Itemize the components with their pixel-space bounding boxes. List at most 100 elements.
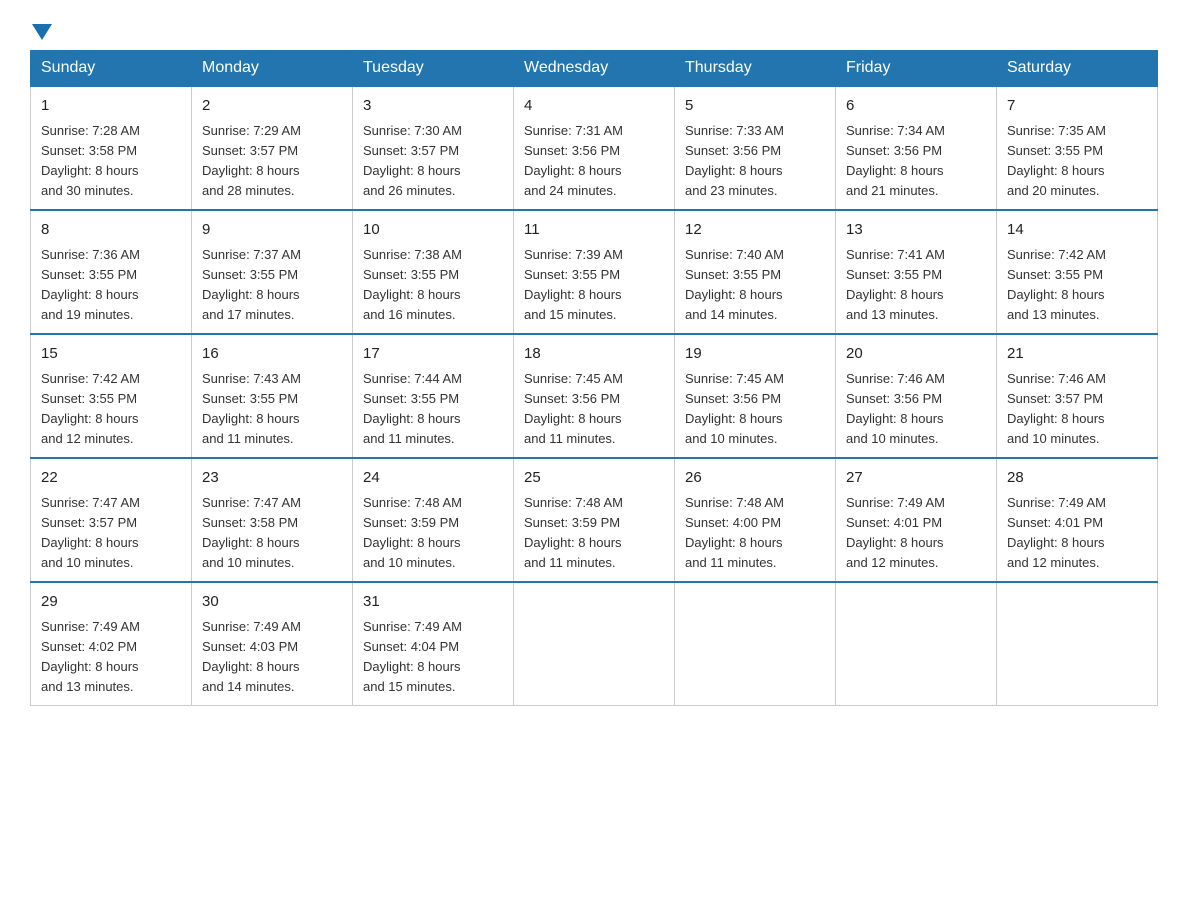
day-info: Sunrise: 7:42 AMSunset: 3:55 PMDaylight:… [41, 369, 181, 450]
calendar-day-cell: 4 Sunrise: 7:31 AMSunset: 3:56 PMDaylight… [514, 86, 675, 210]
day-info: Sunrise: 7:44 AMSunset: 3:55 PMDaylight:… [363, 369, 503, 450]
day-info: Sunrise: 7:35 AMSunset: 3:55 PMDaylight:… [1007, 121, 1147, 202]
day-number: 21 [1007, 343, 1147, 366]
calendar-day-cell: 3 Sunrise: 7:30 AMSunset: 3:57 PMDaylight… [353, 86, 514, 210]
calendar-week-row: 1Sunrise: 7:28 AMSunset: 3:58 PMDaylight… [31, 86, 1158, 210]
calendar-day-cell: 28 Sunrise: 7:49 AMSunset: 4:01 PMDayligh… [997, 458, 1158, 582]
calendar-day-cell: 22 Sunrise: 7:47 AMSunset: 3:57 PMDayligh… [31, 458, 192, 582]
calendar-day-cell: 2 Sunrise: 7:29 AMSunset: 3:57 PMDaylight… [192, 86, 353, 210]
calendar-day-cell: 29 Sunrise: 7:49 AMSunset: 4:02 PMDayligh… [31, 582, 192, 706]
day-number: 23 [202, 467, 342, 490]
day-info: Sunrise: 7:49 AMSunset: 4:01 PMDaylight:… [1007, 493, 1147, 574]
calendar-day-cell: 11 Sunrise: 7:39 AMSunset: 3:55 PMDayligh… [514, 210, 675, 334]
day-number: 27 [846, 467, 986, 490]
day-number: 28 [1007, 467, 1147, 490]
calendar-day-cell: 31 Sunrise: 7:49 AMSunset: 4:04 PMDayligh… [353, 582, 514, 706]
day-of-week-header: Sunday [31, 51, 192, 87]
day-info: Sunrise: 7:33 AMSunset: 3:56 PMDaylight:… [685, 121, 825, 202]
calendar-day-cell: 17 Sunrise: 7:44 AMSunset: 3:55 PMDayligh… [353, 334, 514, 458]
page-header [30, 20, 1158, 40]
calendar-day-cell: 26 Sunrise: 7:48 AMSunset: 4:00 PMDayligh… [675, 458, 836, 582]
day-info: Sunrise: 7:39 AMSunset: 3:55 PMDaylight:… [524, 245, 664, 326]
day-number: 7 [1007, 95, 1147, 118]
day-info: Sunrise: 7:43 AMSunset: 3:55 PMDaylight:… [202, 369, 342, 450]
day-number: 31 [363, 591, 503, 614]
day-number: 26 [685, 467, 825, 490]
calendar-day-cell: 9 Sunrise: 7:37 AMSunset: 3:55 PMDaylight… [192, 210, 353, 334]
calendar-day-cell: 21 Sunrise: 7:46 AMSunset: 3:57 PMDayligh… [997, 334, 1158, 458]
day-info: Sunrise: 7:46 AMSunset: 3:57 PMDaylight:… [1007, 369, 1147, 450]
day-number: 29 [41, 591, 181, 614]
calendar-table: SundayMondayTuesdayWednesdayThursdayFrid… [30, 50, 1158, 706]
calendar-day-cell: 27 Sunrise: 7:49 AMSunset: 4:01 PMDayligh… [836, 458, 997, 582]
day-number: 19 [685, 343, 825, 366]
calendar-day-cell [675, 582, 836, 706]
calendar-day-cell [836, 582, 997, 706]
calendar-day-cell: 12Sunrise: 7:40 AMSunset: 3:55 PMDayligh… [675, 210, 836, 334]
calendar-day-cell: 1Sunrise: 7:28 AMSunset: 3:58 PMDaylight… [31, 86, 192, 210]
calendar-week-row: 15Sunrise: 7:42 AMSunset: 3:55 PMDayligh… [31, 334, 1158, 458]
calendar-header-row: SundayMondayTuesdayWednesdayThursdayFrid… [31, 51, 1158, 87]
day-info: Sunrise: 7:47 AMSunset: 3:57 PMDaylight:… [41, 493, 181, 574]
day-number: 9 [202, 219, 342, 242]
day-number: 11 [524, 219, 664, 242]
calendar-day-cell: 13 Sunrise: 7:41 AMSunset: 3:55 PMDayligh… [836, 210, 997, 334]
calendar-day-cell: 10Sunrise: 7:38 AMSunset: 3:55 PMDayligh… [353, 210, 514, 334]
day-info: Sunrise: 7:38 AMSunset: 3:55 PMDaylight:… [363, 245, 503, 326]
day-info: Sunrise: 7:37 AMSunset: 3:55 PMDaylight:… [202, 245, 342, 326]
day-of-week-header: Saturday [997, 51, 1158, 87]
day-info: Sunrise: 7:45 AMSunset: 3:56 PMDaylight:… [524, 369, 664, 450]
day-number: 24 [363, 467, 503, 490]
day-info: Sunrise: 7:45 AMSunset: 3:56 PMDaylight:… [685, 369, 825, 450]
calendar-day-cell: 5 Sunrise: 7:33 AMSunset: 3:56 PMDaylight… [675, 86, 836, 210]
day-of-week-header: Tuesday [353, 51, 514, 87]
calendar-day-cell: 19 Sunrise: 7:45 AMSunset: 3:56 PMDayligh… [675, 334, 836, 458]
day-number: 8 [41, 219, 181, 242]
calendar-day-cell: 15Sunrise: 7:42 AMSunset: 3:55 PMDayligh… [31, 334, 192, 458]
day-number: 16 [202, 343, 342, 366]
day-info: Sunrise: 7:30 AMSunset: 3:57 PMDaylight:… [363, 121, 503, 202]
day-of-week-header: Friday [836, 51, 997, 87]
logo-triangle-icon [32, 24, 52, 40]
day-info: Sunrise: 7:42 AMSunset: 3:55 PMDaylight:… [1007, 245, 1147, 326]
day-number: 4 [524, 95, 664, 118]
day-info: Sunrise: 7:31 AMSunset: 3:56 PMDaylight:… [524, 121, 664, 202]
calendar-day-cell: 23 Sunrise: 7:47 AMSunset: 3:58 PMDayligh… [192, 458, 353, 582]
day-number: 5 [685, 95, 825, 118]
day-info: Sunrise: 7:29 AMSunset: 3:57 PMDaylight:… [202, 121, 342, 202]
day-info: Sunrise: 7:36 AMSunset: 3:55 PMDaylight:… [41, 245, 181, 326]
day-info: Sunrise: 7:41 AMSunset: 3:55 PMDaylight:… [846, 245, 986, 326]
day-number: 30 [202, 591, 342, 614]
day-number: 17 [363, 343, 503, 366]
day-info: Sunrise: 7:49 AMSunset: 4:04 PMDaylight:… [363, 617, 503, 698]
calendar-day-cell: 6Sunrise: 7:34 AMSunset: 3:56 PMDaylight… [836, 86, 997, 210]
day-number: 22 [41, 467, 181, 490]
day-info: Sunrise: 7:49 AMSunset: 4:01 PMDaylight:… [846, 493, 986, 574]
day-number: 20 [846, 343, 986, 366]
day-number: 2 [202, 95, 342, 118]
day-number: 14 [1007, 219, 1147, 242]
calendar-day-cell: 25Sunrise: 7:48 AMSunset: 3:59 PMDayligh… [514, 458, 675, 582]
day-number: 13 [846, 219, 986, 242]
calendar-week-row: 8 Sunrise: 7:36 AMSunset: 3:55 PMDaylight… [31, 210, 1158, 334]
day-number: 12 [685, 219, 825, 242]
day-info: Sunrise: 7:34 AMSunset: 3:56 PMDaylight:… [846, 121, 986, 202]
calendar-day-cell: 8 Sunrise: 7:36 AMSunset: 3:55 PMDaylight… [31, 210, 192, 334]
day-number: 1 [41, 95, 181, 118]
day-number: 3 [363, 95, 503, 118]
day-info: Sunrise: 7:49 AMSunset: 4:02 PMDaylight:… [41, 617, 181, 698]
day-info: Sunrise: 7:49 AMSunset: 4:03 PMDaylight:… [202, 617, 342, 698]
day-of-week-header: Wednesday [514, 51, 675, 87]
calendar-day-cell: 24Sunrise: 7:48 AMSunset: 3:59 PMDayligh… [353, 458, 514, 582]
calendar-day-cell: 20Sunrise: 7:46 AMSunset: 3:56 PMDayligh… [836, 334, 997, 458]
calendar-day-cell: 14 Sunrise: 7:42 AMSunset: 3:55 PMDayligh… [997, 210, 1158, 334]
calendar-day-cell: 16 Sunrise: 7:43 AMSunset: 3:55 PMDayligh… [192, 334, 353, 458]
calendar-week-row: 22 Sunrise: 7:47 AMSunset: 3:57 PMDayligh… [31, 458, 1158, 582]
day-number: 18 [524, 343, 664, 366]
day-of-week-header: Monday [192, 51, 353, 87]
day-info: Sunrise: 7:47 AMSunset: 3:58 PMDaylight:… [202, 493, 342, 574]
calendar-week-row: 29 Sunrise: 7:49 AMSunset: 4:02 PMDayligh… [31, 582, 1158, 706]
day-info: Sunrise: 7:48 AMSunset: 3:59 PMDaylight:… [524, 493, 664, 574]
day-info: Sunrise: 7:48 AMSunset: 4:00 PMDaylight:… [685, 493, 825, 574]
calendar-day-cell: 18 Sunrise: 7:45 AMSunset: 3:56 PMDayligh… [514, 334, 675, 458]
